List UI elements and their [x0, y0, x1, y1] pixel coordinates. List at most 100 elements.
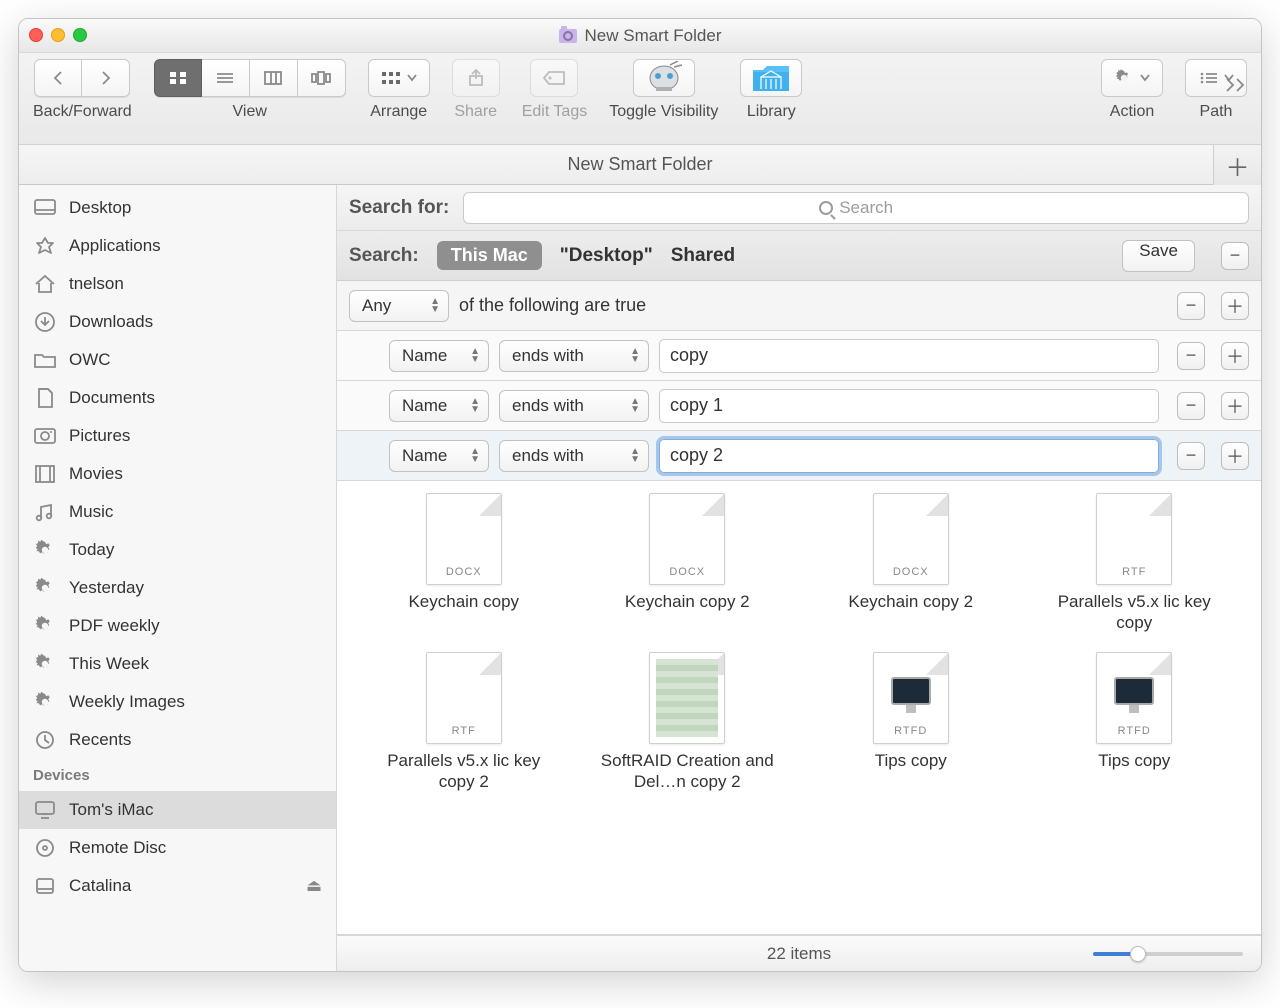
- sidebar-item-documents[interactable]: Documents: [19, 379, 336, 417]
- rule-attribute-select[interactable]: Name▲▼: [389, 390, 489, 422]
- titlebar: New Smart Folder: [19, 19, 1261, 53]
- sidebar-item-downloads[interactable]: Downloads: [19, 303, 336, 341]
- home-icon: [33, 273, 57, 295]
- result-item[interactable]: RTFParallels v5.x lic key copy: [1028, 493, 1242, 634]
- scope-shared[interactable]: Shared: [671, 245, 735, 267]
- sidebar-item-applications[interactable]: Applications: [19, 227, 336, 265]
- toolbar-overflow-button[interactable]: [1225, 77, 1247, 93]
- sidebar-item-catalina[interactable]: Catalina⏏: [19, 867, 336, 905]
- add-criteria-button[interactable]: ＋: [1213, 145, 1261, 185]
- rule-remove-button[interactable]: −: [1177, 292, 1205, 320]
- zoom-button[interactable]: [73, 28, 87, 42]
- rule-value-input[interactable]: [659, 439, 1159, 473]
- rule-attribute-select[interactable]: Name▲▼: [389, 440, 489, 472]
- result-item[interactable]: RTFParallels v5.x lic key copy 2: [357, 652, 571, 793]
- sidebar-item-yesterday[interactable]: Yesterday: [19, 569, 336, 607]
- icon-size-slider[interactable]: [1093, 952, 1243, 956]
- sidebar-item-weekly-images[interactable]: Weekly Images: [19, 683, 336, 721]
- sidebar-item-tnelson[interactable]: tnelson: [19, 265, 336, 303]
- rule-add-button[interactable]: ＋: [1221, 392, 1249, 420]
- document-icon: DOCX: [873, 493, 949, 585]
- sidebar-item-label: Recents: [69, 730, 131, 750]
- downloads-icon: [33, 311, 57, 333]
- rule-group-suffix: of the following are true: [459, 295, 646, 316]
- item-count: 22 items: [767, 944, 831, 964]
- library-button[interactable]: [740, 59, 802, 97]
- sidebar-item-remote-disc[interactable]: Remote Disc: [19, 829, 336, 867]
- scope-label: Search:: [349, 245, 419, 267]
- scope-desktop[interactable]: "Desktop": [560, 245, 653, 267]
- rule-remove-button[interactable]: −: [1177, 442, 1205, 470]
- sidebar-item-label: OWC: [69, 350, 111, 370]
- smart-folder-icon: [559, 29, 577, 43]
- action-label: Action: [1110, 103, 1154, 121]
- sidebar-item-label: Yesterday: [69, 578, 144, 598]
- rule-add-button[interactable]: ＋: [1221, 292, 1249, 320]
- sidebar-item-recents[interactable]: Recents: [19, 721, 336, 759]
- rule-operator-select[interactable]: ends with▲▼: [499, 440, 649, 472]
- result-item-name: Tips copy: [1098, 750, 1170, 771]
- search-placeholder: Search: [839, 198, 893, 218]
- column-view-button[interactable]: [250, 59, 298, 97]
- rule-operator-select[interactable]: ends with▲▼: [499, 390, 649, 422]
- result-item[interactable]: DOCX Keychain copy 2: [804, 493, 1018, 634]
- sidebar-item-pictures[interactable]: Pictures: [19, 417, 336, 455]
- sidebar-item-pdf-weekly[interactable]: PDF weekly: [19, 607, 336, 645]
- rule-add-button[interactable]: ＋: [1221, 342, 1249, 370]
- rule-value-input[interactable]: [659, 339, 1159, 373]
- sidebar-item-this-week[interactable]: This Week: [19, 645, 336, 683]
- gear-icon: [33, 539, 57, 561]
- eject-icon[interactable]: ⏏: [306, 876, 322, 896]
- path-label: Path: [1200, 103, 1233, 121]
- gear-icon: [33, 691, 57, 713]
- collapse-search-button[interactable]: −: [1221, 242, 1249, 270]
- action-button[interactable]: [1101, 59, 1163, 97]
- sidebar-item-music[interactable]: Music: [19, 493, 336, 531]
- sidebar-item-label: This Week: [69, 654, 149, 674]
- rule-attribute-select[interactable]: Name▲▼: [389, 340, 489, 372]
- sidebar-item-today[interactable]: Today: [19, 531, 336, 569]
- search-input[interactable]: Search: [463, 192, 1249, 224]
- icon-view-button[interactable]: [154, 59, 202, 97]
- close-button[interactable]: [29, 28, 43, 42]
- list-view-button[interactable]: [202, 59, 250, 97]
- sidebar-item-owc[interactable]: OWC: [19, 341, 336, 379]
- scope-this-mac[interactable]: This Mac: [437, 241, 542, 270]
- minimize-button[interactable]: [51, 28, 65, 42]
- result-item[interactable]: RTFDTips copy: [1028, 652, 1242, 793]
- edit-tags-button[interactable]: [530, 59, 578, 97]
- rule-add-button[interactable]: ＋: [1221, 442, 1249, 470]
- music-icon: [33, 501, 57, 523]
- results-area[interactable]: DOCXKeychain copyDOCXKeychain copy 2DOCX…: [337, 481, 1261, 935]
- disc-icon: [33, 837, 57, 859]
- search-for-label: Search for:: [349, 197, 449, 219]
- sidebar-item-desktop[interactable]: Desktop: [19, 189, 336, 227]
- share-button[interactable]: [452, 59, 500, 97]
- rule-remove-button[interactable]: −: [1177, 392, 1205, 420]
- rule-remove-button[interactable]: −: [1177, 342, 1205, 370]
- rule-group-row: Any ▲▼ of the following are true − ＋: [337, 281, 1261, 331]
- imac-icon: [33, 799, 57, 821]
- toggle-visibility-button[interactable]: [633, 59, 695, 97]
- sidebar[interactable]: DesktopApplicationstnelsonDownloads OWC Do…: [19, 185, 337, 971]
- result-item[interactable]: SoftRAID Creation and Del…n copy 2: [581, 652, 795, 793]
- back-button[interactable]: [34, 59, 82, 97]
- arrange-button[interactable]: [368, 59, 430, 97]
- rule-row: Name▲▼ ends with▲▼ − ＋: [337, 381, 1261, 431]
- result-item[interactable]: DOCXKeychain copy: [357, 493, 571, 634]
- document-icon: RTFD: [873, 652, 949, 744]
- rule-group-operator-select[interactable]: Any ▲▼: [349, 290, 449, 322]
- result-item[interactable]: DOCXKeychain copy 2: [581, 493, 795, 634]
- rule-operator-select[interactable]: ends with▲▼: [499, 340, 649, 372]
- save-search-button[interactable]: Save: [1122, 240, 1195, 272]
- forward-button[interactable]: [82, 59, 130, 97]
- rule-value-input[interactable]: [659, 389, 1159, 423]
- sidebar-item-tom-s-imac[interactable]: Tom's iMac: [19, 791, 336, 829]
- gallery-view-button[interactable]: [298, 59, 346, 97]
- result-item[interactable]: RTFDTips copy: [804, 652, 1018, 793]
- result-item-name: Keychain copy 2: [848, 591, 973, 612]
- sidebar-item-movies[interactable]: Movies: [19, 455, 336, 493]
- sidebar-item-label: Documents: [69, 388, 155, 408]
- rule-row: Name▲▼ ends with▲▼ − ＋: [337, 431, 1261, 481]
- sidebar-item-label: Pictures: [69, 426, 130, 446]
